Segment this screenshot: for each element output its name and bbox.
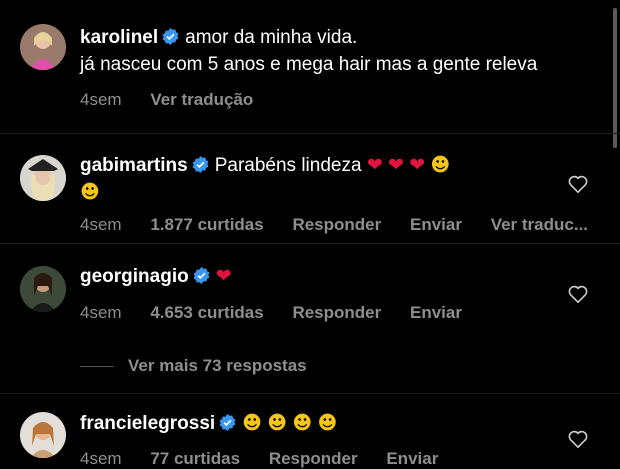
timestamp: 4sem bbox=[80, 303, 122, 322]
heart-eyes-icon: ☻ bbox=[80, 181, 100, 203]
like-heart-icon[interactable] bbox=[568, 175, 588, 193]
timestamp: 4sem bbox=[80, 90, 122, 109]
replies-line bbox=[80, 366, 114, 368]
heart-eyes-icon: ☻ bbox=[317, 412, 338, 434]
username[interactable]: gabimartins bbox=[80, 155, 188, 176]
reply-button[interactable]: Responder bbox=[269, 449, 358, 468]
likes-count[interactable]: 77 curtidas bbox=[150, 449, 240, 468]
translate-link[interactable]: Ver tradução bbox=[150, 90, 253, 109]
send-button[interactable]: Enviar bbox=[386, 449, 438, 468]
verified-badge-icon bbox=[162, 28, 179, 45]
likes-count[interactable]: 1.877 curtidas bbox=[150, 215, 263, 234]
comment-text: Parabéns lindeza bbox=[214, 155, 362, 176]
verified-badge-icon bbox=[192, 156, 209, 173]
red-heart-icon: ❤ bbox=[215, 265, 232, 287]
username[interactable]: karolinel bbox=[80, 27, 158, 48]
verified-badge-icon bbox=[193, 267, 210, 284]
view-more-replies-label: Ver mais 73 respostas bbox=[128, 356, 307, 375]
heart-eyes-icon: ☻ bbox=[430, 154, 451, 176]
reply-button[interactable]: Responder bbox=[292, 215, 381, 234]
like-heart-icon[interactable] bbox=[568, 430, 588, 448]
timestamp: 4sem bbox=[80, 449, 122, 468]
send-button[interactable]: Enviar bbox=[410, 215, 462, 234]
divider bbox=[0, 243, 620, 244]
timestamp: 4sem bbox=[80, 215, 122, 234]
scrollbar[interactable] bbox=[613, 8, 617, 148]
divider bbox=[0, 393, 620, 394]
avatar[interactable] bbox=[20, 155, 66, 201]
red-heart-icon: ❤ bbox=[388, 154, 404, 176]
red-heart-icon: ❤ bbox=[409, 154, 426, 176]
heart-eyes-icon: ☻ bbox=[267, 412, 288, 434]
divider bbox=[0, 133, 620, 134]
avatar[interactable] bbox=[20, 412, 66, 458]
reply-button[interactable]: Responder bbox=[292, 303, 381, 322]
send-button[interactable]: Enviar bbox=[410, 303, 462, 322]
comment-text-line2: já nasceu com 5 anos e mega hair mas a g… bbox=[80, 54, 538, 75]
likes-count[interactable]: 4.653 curtidas bbox=[150, 303, 263, 322]
verified-badge-icon bbox=[219, 414, 236, 431]
heart-eyes-icon: ☻ bbox=[292, 412, 313, 434]
comment-text: amor da minha vida. bbox=[185, 27, 358, 48]
translate-link[interactable]: Ver traduc... bbox=[491, 215, 588, 234]
avatar[interactable] bbox=[20, 24, 66, 70]
heart-eyes-icon: ☻ bbox=[242, 412, 262, 434]
view-more-replies[interactable]: Ver mais 73 respostas bbox=[80, 356, 307, 376]
avatar[interactable] bbox=[20, 266, 66, 312]
red-heart-icon: ❤ bbox=[366, 154, 383, 176]
username[interactable]: georginagio bbox=[80, 266, 189, 287]
like-heart-icon[interactable] bbox=[568, 285, 588, 303]
username[interactable]: francielegrossi bbox=[80, 413, 215, 434]
